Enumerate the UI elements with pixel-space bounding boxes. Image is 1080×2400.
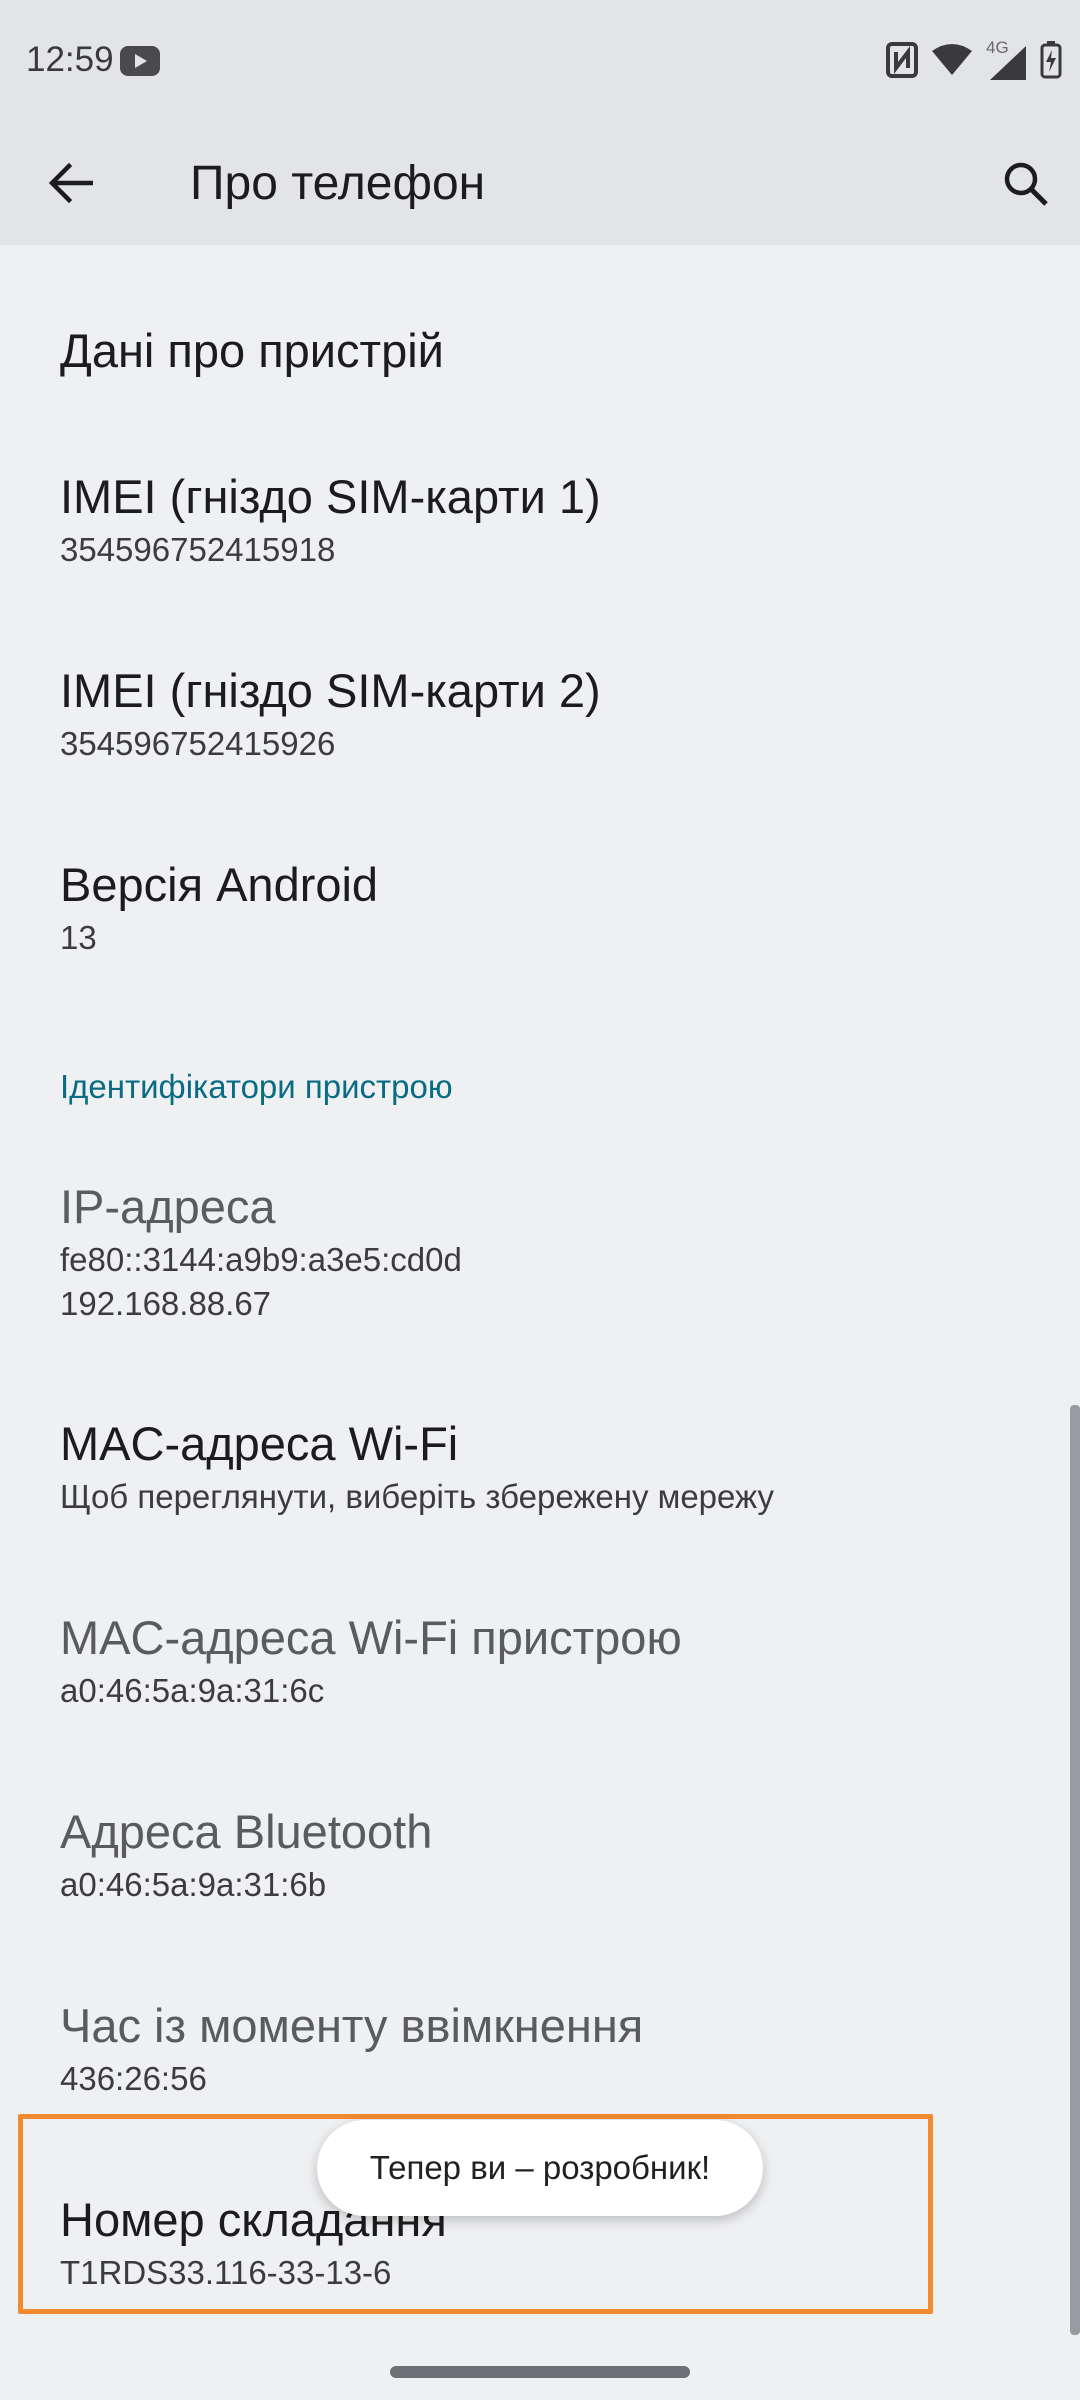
battery-charging-icon (1040, 40, 1062, 84)
page-title: Про телефон (190, 157, 486, 210)
search-icon (1003, 161, 1049, 212)
list-item-subtitle: a0:46:5a:9a:31:6b (60, 1866, 327, 1903)
list-item-title: Час із моменту ввімкнення (60, 1999, 644, 2052)
wifi-icon (932, 43, 972, 82)
list-item-title: IMEI (гніздо SIM-карти 1) (60, 470, 601, 523)
nfc-icon (886, 41, 918, 83)
list-item-title: Адреса Bluetooth (60, 1805, 433, 1858)
list-item-uptime: Час із моменту ввімкнення 436:26:56 (60, 1997, 643, 2101)
list-item-imei-2[interactable]: IMEI (гніздо SIM-карти 2) 35459675241592… (60, 662, 601, 766)
list-item-subtitle: 354596752415926 (60, 725, 336, 762)
search-button[interactable] (990, 150, 1062, 222)
status-time: 12:59 (26, 40, 114, 79)
list-item-subtitle: 13 (60, 919, 97, 956)
back-button[interactable] (36, 150, 106, 220)
list-item-device-details[interactable]: Дані про пристрій (60, 322, 444, 380)
list-item-ip-address: IP-адреса fe80::3144:a9b9:a3e5:cd0d 192.… (60, 1178, 462, 1326)
list-item-subtitle: Щоб переглянути, виберіть збережену мере… (60, 1478, 774, 1515)
scrollbar[interactable] (1070, 1405, 1080, 2335)
developer-toast: Тепер ви – розробник! (317, 2120, 763, 2216)
status-icons: 4G (886, 38, 1062, 84)
list-item-title: IP-адреса (60, 1180, 276, 1233)
arrow-back-icon (48, 162, 94, 208)
list-item-subtitle: a0:46:5a:9a:31:6c (60, 1672, 325, 1709)
list-item-subtitle: fe80::3144:a9b9:a3e5:cd0d (60, 1241, 462, 1278)
list-item-android-version[interactable]: Версія Android 13 (60, 856, 378, 960)
list-item-title: Версія Android (60, 858, 379, 911)
cellular-signal-icon: 4G (986, 38, 1026, 80)
list-item-subtitle: 436:26:56 (60, 2060, 207, 2097)
app-bar: Про телефон (0, 128, 1080, 245)
list-item-wifi-mac[interactable]: MAC-адреса Wi-Fi Щоб переглянути, вибері… (60, 1415, 774, 1519)
list-item-title: IMEI (гніздо SIM-карти 2) (60, 664, 601, 717)
list-item-title: MAC-адреса Wi-Fi пристрою (60, 1611, 682, 1664)
list-item-title: MAC-адреса Wi-Fi (60, 1417, 459, 1470)
section-header-device-identifiers: Ідентифікатори пристрою (60, 1068, 453, 1105)
list-item-device-wifi-mac: MAC-адреса Wi-Fi пристрою a0:46:5a:9a:31… (60, 1609, 682, 1713)
list-item-imei-1[interactable]: IMEI (гніздо SIM-карти 1) 35459675241591… (60, 468, 601, 572)
list-item-title: Дані про пристрій (60, 324, 444, 377)
youtube-notification-icon (120, 46, 160, 76)
list-item-subtitle: 192.168.88.67 (60, 1285, 272, 1322)
home-gesture-bar[interactable] (390, 2366, 690, 2378)
status-bar: 12:59 4G (0, 0, 1080, 128)
list-item-bluetooth-address: Адреса Bluetooth a0:46:5a:9a:31:6b (60, 1803, 432, 1907)
list-item-subtitle: 354596752415918 (60, 531, 336, 568)
